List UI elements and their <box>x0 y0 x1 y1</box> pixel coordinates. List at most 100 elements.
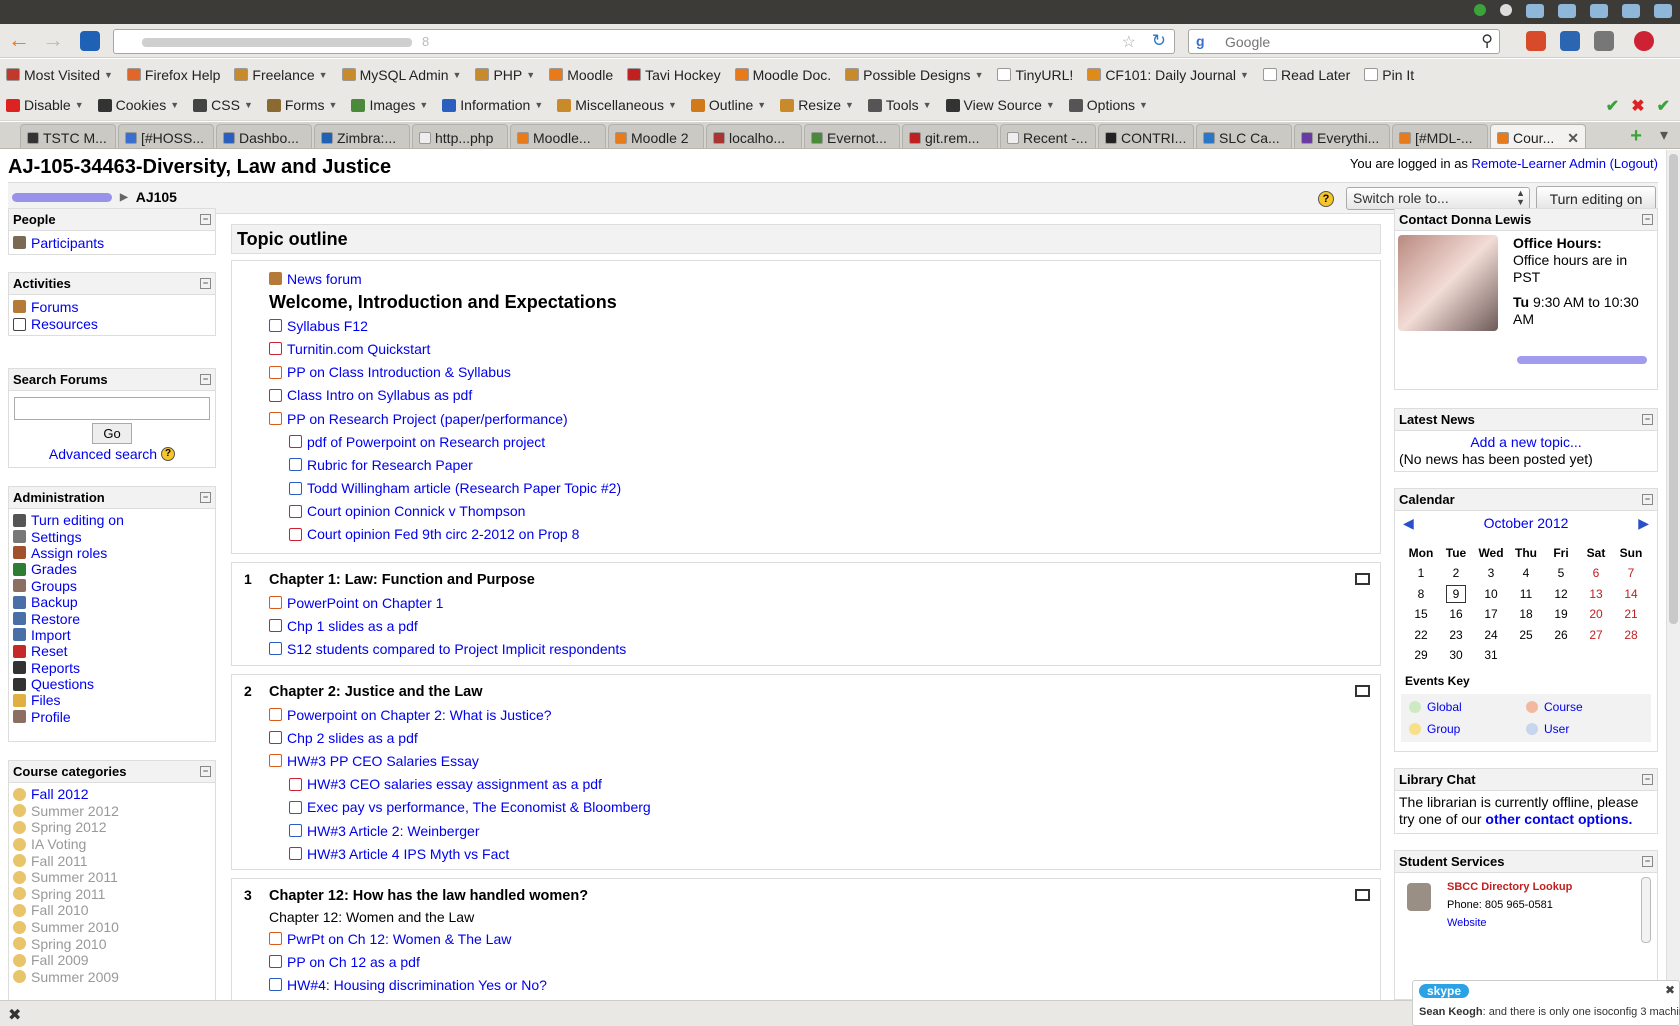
admin-item-backup[interactable]: Backup <box>13 594 211 610</box>
resource-item[interactable]: Powerpoint on Chapter 2: What is Justice… <box>269 703 1380 726</box>
category-item[interactable]: Fall 2012 <box>13 786 211 803</box>
event-key-user[interactable]: User <box>1526 722 1643 736</box>
resource-item[interactable]: Court opinion Connick v Thompson <box>269 500 1380 523</box>
highlight-toggle-icon[interactable] <box>1355 889 1370 901</box>
resource-link[interactable]: Class Intro on Syllabus as pdf <box>287 387 472 403</box>
close-tab-icon[interactable]: ✕ <box>1567 130 1579 147</box>
tab-8[interactable]: localho... <box>706 124 802 148</box>
url-bar[interactable]: 8 ☆ ↻ <box>113 29 1175 54</box>
bookmark-read-later[interactable]: Read Later <box>1262 67 1350 83</box>
calendar-day[interactable]: 30 <box>1439 645 1474 666</box>
resource-item[interactable]: PP on Class Introduction & Syllabus <box>269 361 1380 384</box>
advanced-search-link[interactable]: Advanced search <box>49 446 157 462</box>
add-topic-link[interactable]: Add a new topic... <box>1470 434 1581 450</box>
admin-item-files[interactable]: Files <box>13 692 211 708</box>
tray-icon[interactable] <box>1654 4 1672 18</box>
resource-item[interactable]: HW#3 PP CEO Salaries Essay <box>269 749 1380 772</box>
resource-link[interactable]: Exec pay vs performance, The Economist &… <box>307 799 651 815</box>
bookmark-moodle[interactable]: Moodle <box>549 67 613 83</box>
reload-icon[interactable]: ↻ <box>1152 31 1166 51</box>
tab-13[interactable]: SLC Ca... <box>1196 124 1292 148</box>
calendar-day[interactable]: 27 <box>1579 625 1614 646</box>
admin-link[interactable]: Profile <box>31 709 71 725</box>
calendar-day[interactable]: 10 <box>1474 584 1509 605</box>
tab-3[interactable]: Dashbo... <box>216 124 312 148</box>
tray-icon[interactable] <box>1622 4 1640 18</box>
admin-item-settings[interactable]: Settings <box>13 528 211 545</box>
category-item[interactable]: Summer 2010 <box>13 919 211 936</box>
resource-item[interactable]: HW#3 CEO salaries essay assignment as a … <box>269 773 1380 796</box>
collapse-icon[interactable]: − <box>200 374 211 385</box>
calendar-day[interactable]: 17 <box>1474 604 1509 625</box>
search-forums-input[interactable] <box>14 397 210 420</box>
collapse-icon[interactable]: − <box>200 766 211 777</box>
resource-item[interactable]: Chp 1 slides as a pdf <box>269 614 1380 637</box>
calendar-day[interactable]: 7 <box>1614 563 1649 584</box>
forward-arrow-icon[interactable]: → <box>42 29 64 51</box>
resource-link[interactable]: Chp 2 slides as a pdf <box>287 730 418 746</box>
resource-item[interactable]: Court opinion Fed 9th circ 2-2012 on Pro… <box>269 523 1380 546</box>
clock-icon[interactable] <box>1500 4 1512 16</box>
resource-item[interactable]: Todd Willingham article (Research Paper … <box>269 477 1380 500</box>
tab-6[interactable]: Moodle... <box>510 124 606 148</box>
resource-item[interactable]: PP on Research Project (paper/performanc… <box>269 407 1380 430</box>
admin-item-grades[interactable]: Grades <box>13 561 211 577</box>
collapse-icon[interactable]: − <box>1642 214 1653 225</box>
bookmark-pin-it[interactable]: Pin It <box>1364 67 1414 83</box>
next-month-icon[interactable]: ▶ <box>1638 515 1649 532</box>
tab-12[interactable]: CONTRI... <box>1098 124 1194 148</box>
collapse-icon[interactable]: − <box>200 214 211 225</box>
bookmark-cf101-daily-journal[interactable]: CF101: Daily Journal ▼ <box>1087 67 1249 83</box>
category-link[interactable]: Fall 2010 <box>31 902 89 918</box>
category-item[interactable]: Spring 2011 <box>13 886 211 903</box>
resource-link[interactable]: PP on Ch 12 as a pdf <box>287 954 420 970</box>
admin-link[interactable]: Turn editing on <box>31 512 124 528</box>
back-arrow-icon[interactable]: ← <box>8 29 30 51</box>
resources-link[interactable]: Resources <box>31 316 98 332</box>
collapse-icon[interactable]: − <box>200 492 211 503</box>
webdev-forms[interactable]: Forms ▼ <box>266 97 337 113</box>
tray-icon[interactable] <box>1558 4 1576 18</box>
collapse-icon[interactable]: − <box>1642 414 1653 425</box>
directory-lookup-link[interactable]: SBCC Directory Lookup <box>1447 881 1572 893</box>
webdev-css[interactable]: CSS ▼ <box>193 97 253 113</box>
resource-link[interactable]: Powerpoint on Chapter 2: What is Justice… <box>287 707 552 723</box>
resource-link[interactable]: PwrPt on Ch 12: Women & The Law <box>287 931 511 947</box>
resource-item[interactable]: HW#3 Article 2: Weinberger <box>269 819 1380 842</box>
webdev-options[interactable]: Options ▼ <box>1068 97 1148 113</box>
resource-item[interactable]: Chp 2 slides as a pdf <box>269 726 1380 749</box>
calendar-day[interactable]: 19 <box>1544 604 1579 625</box>
webdev-resize[interactable]: Resize ▼ <box>780 97 854 113</box>
forums-link[interactable]: Forums <box>31 299 78 315</box>
admin-item-profile[interactable]: Profile <box>13 709 211 725</box>
resource-link[interactable]: HW#4: Housing discrimination Yes or No? <box>287 977 547 993</box>
calendar-day[interactable]: 22 <box>1404 625 1439 646</box>
tab-1[interactable]: TSTC M... <box>20 124 116 148</box>
category-item[interactable]: IA Voting <box>13 836 211 853</box>
tab-15[interactable]: [#MDL-... <box>1392 124 1488 148</box>
scrollbar-thumb[interactable] <box>1669 154 1678 624</box>
category-item[interactable]: Spring 2010 <box>13 935 211 952</box>
resource-item[interactable]: S12 students compared to Project Implici… <box>269 637 1380 660</box>
tab-2[interactable]: [#HOSS... <box>118 124 214 148</box>
google-icon[interactable]: g <box>1196 33 1205 49</box>
bookmark-possible-designs[interactable]: Possible Designs ▼ <box>845 67 983 83</box>
tab-9[interactable]: Evernot... <box>804 124 900 148</box>
highlight-toggle-icon[interactable] <box>1355 573 1370 585</box>
admin-item-import[interactable]: Import <box>13 627 211 643</box>
resource-item[interactable]: Class Intro on Syllabus as pdf <box>269 384 1380 407</box>
other-contact-options-link[interactable]: other contact options. <box>1485 811 1632 827</box>
admin-item-restore[interactable]: Restore <box>13 610 211 627</box>
calendar-day[interactable]: 15 <box>1404 604 1439 625</box>
category-item[interactable]: Spring 2012 <box>13 819 211 836</box>
category-link[interactable]: Fall 2011 <box>31 853 88 869</box>
resource-link[interactable]: PP on Class Introduction & Syllabus <box>287 364 511 380</box>
resource-link[interactable]: HW#3 PP CEO Salaries Essay <box>287 753 479 769</box>
calendar-day[interactable]: 8 <box>1404 584 1439 605</box>
checkmark-icon[interactable]: ✔ <box>1606 96 1619 116</box>
calendar-day[interactable]: 12 <box>1544 584 1579 605</box>
category-link[interactable]: Summer 2010 <box>31 919 119 935</box>
webdev-tools[interactable]: Tools ▼ <box>867 97 932 113</box>
webdev-disable[interactable]: Disable ▼ <box>6 97 84 113</box>
collapse-icon[interactable]: − <box>1642 494 1653 505</box>
